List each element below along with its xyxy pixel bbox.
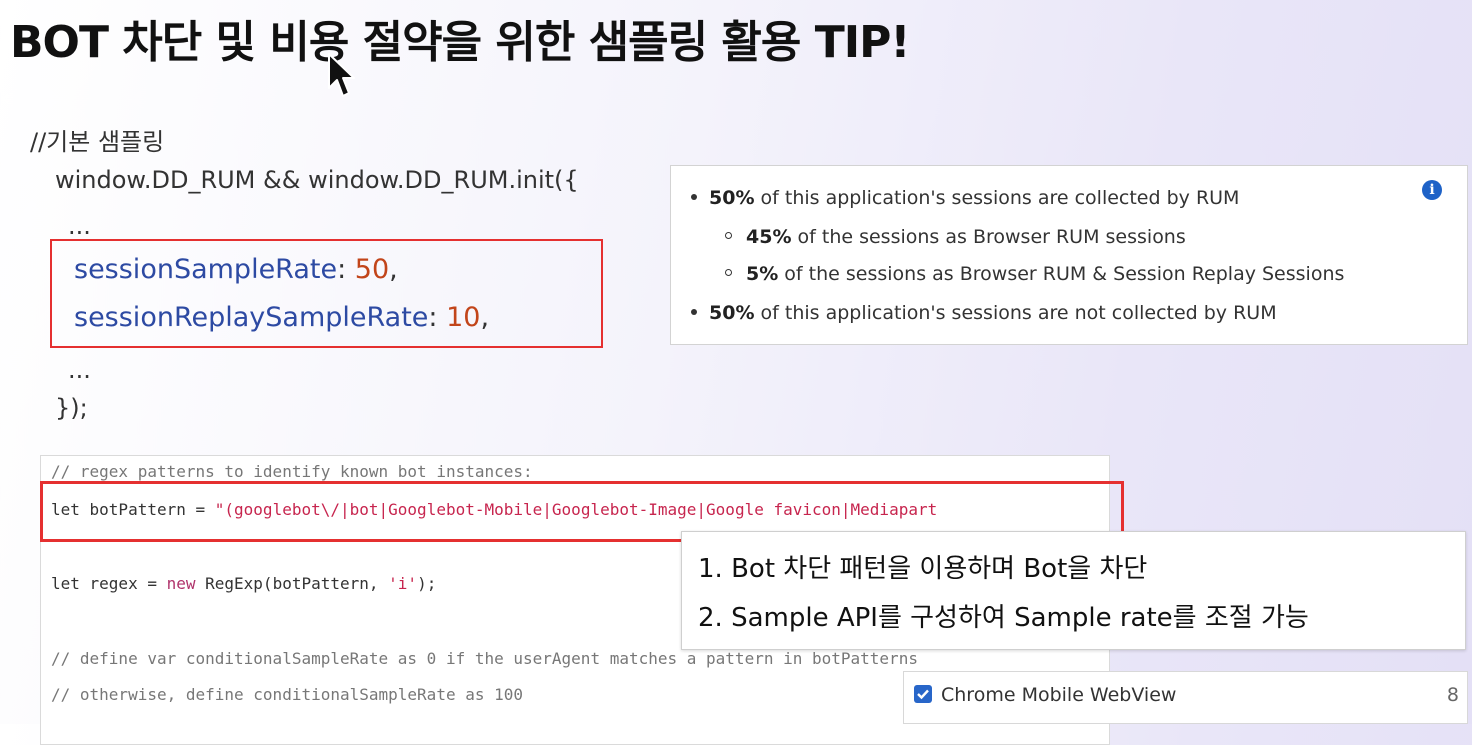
- close-line: });: [55, 394, 88, 422]
- info-sub-session-replay: 5% of the sessions as Browser RUM & Sess…: [725, 263, 1344, 285]
- info-icon[interactable]: i: [1422, 180, 1442, 200]
- info-bullet-not-collected: 50% of this application's sessions are n…: [691, 302, 1277, 324]
- tip-1: 1. Bot 차단 패턴을 이용하며 Bot을 차단: [698, 554, 1148, 584]
- tips-callout: 1. Bot 차단 패턴을 이용하며 Bot을 차단 2. Sample API…: [681, 531, 1466, 650]
- code-line-comment-regex: // regex patterns to identify known bot …: [51, 462, 533, 481]
- browser-filter-row[interactable]: Chrome Mobile WebView 8: [903, 671, 1468, 724]
- sampling-info-panel: 50% of this application's sessions are c…: [670, 165, 1468, 345]
- code-line-comment-otherwise: // otherwise, define conditionalSampleRa…: [51, 685, 524, 704]
- tip-2: 2. Sample API를 구성하여 Sample rate를 조절 가능: [698, 603, 1309, 633]
- browser-filter-count: 8: [1446, 684, 1459, 706]
- checkbox-checked-icon[interactable]: [914, 685, 932, 703]
- mouse-cursor-icon: [328, 53, 355, 97]
- code-line-regex: let regex = new RegExp(botPattern, 'i');: [51, 574, 437, 593]
- sample-rate-highlight-box: [50, 239, 603, 348]
- browser-filter-label: Chrome Mobile WebView: [941, 684, 1177, 706]
- info-sub-browser-rum: 45% of the sessions as Browser RUM sessi…: [725, 226, 1186, 248]
- info-bullet-collected: 50% of this application's sessions are c…: [691, 187, 1239, 209]
- init-line: window.DD_RUM && window.DD_RUM.init({: [55, 166, 579, 194]
- slide-title: BOT 차단 및 비용 절약을 위한 샘플링 활용 TIP!: [10, 17, 910, 68]
- code-line-comment-define: // define var conditionalSampleRate as 0…: [51, 649, 918, 668]
